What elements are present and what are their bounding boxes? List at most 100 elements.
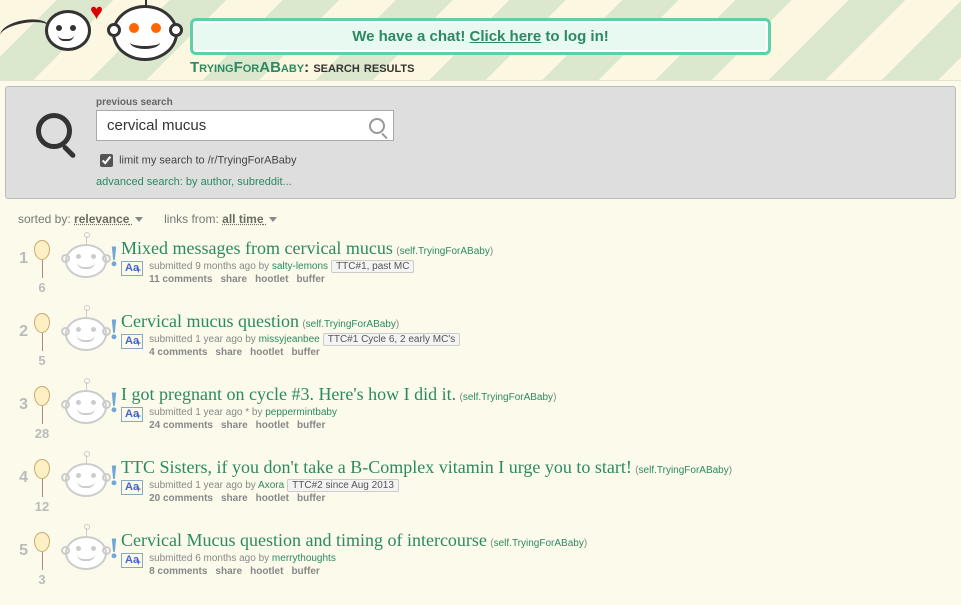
thumbnail[interactable]: ! <box>58 384 113 424</box>
share-link[interactable]: share <box>221 420 248 431</box>
post-title-link[interactable]: TTC Sisters, if you don't take a B-Compl… <box>121 457 632 477</box>
post-title-link[interactable]: I got pregnant on cycle #3. Here's how I… <box>121 384 456 404</box>
post-title-link[interactable]: Cervical mucus question <box>121 311 299 331</box>
share-link[interactable]: share <box>221 493 248 504</box>
result-row: 16!Mixed messages from cervical mucus (s… <box>0 230 956 303</box>
author-link[interactable]: Axora <box>258 480 284 491</box>
links-from-dropdown[interactable]: all time <box>222 212 277 226</box>
post-title-link[interactable]: Cervical Mucus question and timing of in… <box>121 530 487 550</box>
post-domain-link[interactable]: self.TryingForABaby <box>400 246 490 257</box>
search-panel: previous search limit my search to /r/Tr… <box>5 86 956 199</box>
exclamation-icon: ! <box>109 242 119 272</box>
upvote-icon[interactable] <box>34 313 50 333</box>
author-link[interactable]: salty-lemons <box>272 261 328 272</box>
egg-snoo-icon <box>112 5 178 61</box>
post-domain: (self.TryingForABaby) <box>302 319 399 330</box>
buffer-link[interactable]: buffer <box>291 347 319 358</box>
search-input[interactable] <box>105 116 369 135</box>
hootlet-link[interactable]: hootlet <box>250 347 283 358</box>
share-link[interactable]: share <box>215 566 242 577</box>
search-icon <box>36 113 76 153</box>
vote-column: 6 <box>30 236 54 295</box>
post-domain-link[interactable]: self.TryingForABaby <box>306 319 396 330</box>
post-actions: 24 comments share hootlet buffer <box>149 420 337 431</box>
result-row: 328! I got pregnant on cycle #3. Here's h… <box>0 376 956 449</box>
limit-search-label: limit my search to /r/TryingForABaby <box>119 154 296 166</box>
text-size-button[interactable]: Aa+ <box>121 553 143 568</box>
share-link[interactable]: share <box>220 274 247 285</box>
result-rank: 1 <box>10 236 28 268</box>
upvote-icon[interactable] <box>34 459 50 479</box>
post-tagline: submitted 6 months ago by merrythoughts <box>149 553 336 564</box>
post-actions: 11 comments share hootlet buffer <box>149 274 414 285</box>
hootlet-link[interactable]: hootlet <box>256 493 289 504</box>
result-row: 53!Cervical Mucus question and timing of… <box>0 522 956 595</box>
result-row: 25!Cervical mucus question (self.TryingF… <box>0 303 956 376</box>
post-title-link[interactable]: Mixed messages from cervical mucus <box>121 238 393 258</box>
buffer-link[interactable]: buffer <box>297 493 325 504</box>
author-link[interactable]: merrythoughts <box>272 553 336 564</box>
text-size-button[interactable]: Aa+ <box>121 480 143 495</box>
advanced-search-link[interactable]: advanced search: by author, subreddit... <box>96 176 292 188</box>
previous-search-label: previous search <box>96 97 945 108</box>
text-size-button[interactable]: Aa+ <box>121 261 143 276</box>
post-domain: (self.TryingForABaby) <box>490 538 587 549</box>
links-from-label: links from: <box>164 212 219 226</box>
author-link[interactable]: missyjeanbee <box>259 334 320 345</box>
author-link[interactable]: peppermintbaby <box>265 407 337 418</box>
thumbnail[interactable]: ! <box>58 530 113 570</box>
limit-search-checkbox[interactable] <box>100 154 113 167</box>
upvote-icon[interactable] <box>34 240 50 260</box>
limit-search-row: limit my search to /r/TryingForABaby <box>96 151 945 170</box>
vote-column: 3 <box>30 528 54 587</box>
post-domain-link[interactable]: self.TryingForABaby <box>494 538 584 549</box>
post-domain: (self.TryingForABaby) <box>635 465 732 476</box>
thumbnail[interactable]: ! <box>58 238 113 278</box>
buffer-link[interactable]: buffer <box>296 274 324 285</box>
text-size-button[interactable]: Aa+ <box>121 407 143 422</box>
vote-column: 28 <box>30 382 54 441</box>
post-actions: 20 comments share hootlet buffer <box>149 493 399 504</box>
share-link[interactable]: share <box>215 347 242 358</box>
chat-banner[interactable]: We have a chat! Click here to log in! <box>190 18 771 55</box>
buffer-link[interactable]: buffer <box>297 420 325 431</box>
exclamation-icon: ! <box>109 315 119 345</box>
buffer-link[interactable]: buffer <box>291 566 319 577</box>
header: ♥ We have a chat! Click here to log in! … <box>0 0 961 81</box>
user-flair: TTC#1, past MC <box>331 260 414 273</box>
post-score: 3 <box>30 572 54 587</box>
post-score: 6 <box>30 280 54 295</box>
chat-banner-link[interactable]: Click here <box>470 28 542 45</box>
search-box[interactable] <box>96 110 394 141</box>
comments-link[interactable]: 8 comments <box>149 566 207 577</box>
comments-link[interactable]: 24 comments <box>149 420 213 431</box>
thumbnail[interactable]: ! <box>58 457 113 497</box>
chat-banner-text-suffix: to log in! <box>541 28 608 45</box>
upvote-icon[interactable] <box>34 386 50 406</box>
comments-link[interactable]: 11 comments <box>149 274 212 285</box>
hootlet-link[interactable]: hootlet <box>256 420 289 431</box>
sorted-by-label: sorted by: <box>18 212 71 226</box>
post-domain: (self.TryingForABaby) <box>396 246 493 257</box>
thumbnail[interactable]: ! <box>58 311 113 351</box>
text-size-button[interactable]: Aa+ <box>121 334 143 349</box>
comments-link[interactable]: 20 comments <box>149 493 213 504</box>
post-domain-link[interactable]: self.TryingForABaby <box>639 465 729 476</box>
post-tagline: submitted 9 months ago by salty-lemonsTT… <box>149 261 414 272</box>
search-submit-icon[interactable] <box>369 118 385 134</box>
result-rank: 3 <box>10 382 28 414</box>
upvote-icon[interactable] <box>34 532 50 552</box>
exclamation-icon: ! <box>109 534 119 564</box>
logo-area[interactable]: ♥ <box>0 0 178 61</box>
subreddit-name[interactable]: TryingForABaby <box>190 59 304 76</box>
comments-link[interactable]: 4 comments <box>149 347 207 358</box>
hootlet-link[interactable]: hootlet <box>250 566 283 577</box>
result-row: 412!TTC Sisters, if you don't take a B-C… <box>0 449 956 522</box>
post-domain-link[interactable]: self.TryingForABaby <box>463 392 553 403</box>
search-results: 16!Mixed messages from cervical mucus (s… <box>0 230 961 605</box>
sorted-by-dropdown[interactable]: relevance <box>74 212 143 226</box>
post-actions: 8 comments share hootlet buffer <box>149 566 336 577</box>
vote-column: 5 <box>30 309 54 368</box>
hootlet-link[interactable]: hootlet <box>255 274 288 285</box>
result-rank: 5 <box>10 528 28 560</box>
